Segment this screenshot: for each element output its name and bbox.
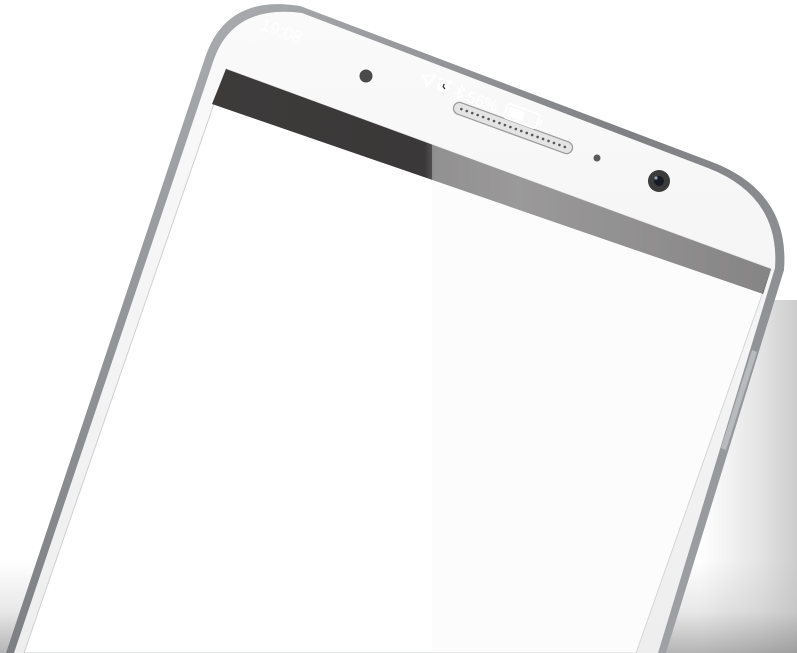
proximity-sensor: [359, 69, 373, 83]
phone-device: 19:08 56%: [6, 4, 785, 653]
phone-mockup-scene: 19:08 56%: [0, 0, 797, 653]
ambient-light-sensor: [593, 154, 601, 162]
